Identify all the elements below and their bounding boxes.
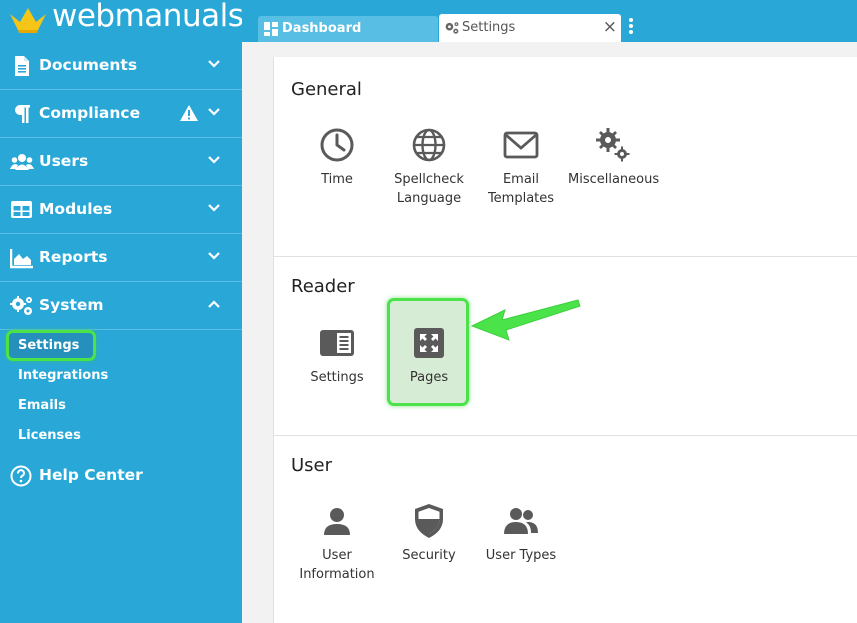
tile-reader-settings[interactable]: Settings bbox=[292, 323, 382, 387]
gears-icon bbox=[596, 128, 630, 162]
sidebar-subitem-integrations[interactable]: Integrations bbox=[18, 368, 108, 383]
logo[interactable]: webmanuals bbox=[0, 0, 244, 42]
chevron-down-icon bbox=[208, 60, 220, 68]
question-circle-icon bbox=[10, 465, 32, 487]
users-icon bbox=[10, 154, 34, 170]
document-icon bbox=[15, 56, 29, 76]
chevron-up-icon bbox=[208, 300, 220, 308]
sidebar-item-label: Reports bbox=[39, 248, 108, 266]
globe-icon bbox=[412, 128, 446, 162]
sidebar-item-compliance[interactable]: Compliance bbox=[0, 90, 242, 138]
section-title-reader: Reader bbox=[291, 276, 355, 297]
sidebar-item-label: Documents bbox=[39, 56, 138, 74]
sidebar-item-documents[interactable]: Documents bbox=[0, 42, 242, 90]
user-icon bbox=[324, 508, 350, 535]
tab-label: Settings bbox=[462, 20, 516, 35]
annotation-arrow bbox=[470, 299, 581, 341]
tab-bar: Dashboard Settings × bbox=[242, 0, 857, 42]
tile-label: Security bbox=[402, 548, 456, 563]
sidebar-item-label: Modules bbox=[39, 200, 113, 218]
clock-icon bbox=[320, 128, 354, 162]
sidebar-item-reports[interactable]: Reports bbox=[0, 234, 242, 282]
sidebar-item-users[interactable]: Users bbox=[0, 138, 242, 186]
tile-spellcheck-language[interactable]: Spellcheck Language bbox=[384, 125, 474, 208]
sidebar-item-system[interactable]: System bbox=[0, 282, 242, 330]
reader-settings-icon bbox=[320, 330, 354, 356]
tile-label: Email Templates bbox=[487, 172, 555, 206]
tile-email-templates[interactable]: Email Templates bbox=[476, 125, 566, 208]
brand-name: webmanuals bbox=[52, 0, 244, 34]
tile-user-types[interactable]: User Types bbox=[476, 501, 566, 565]
tile-label: User Types bbox=[485, 548, 557, 563]
tile-label: Spellcheck Language bbox=[394, 172, 464, 206]
warning-icon bbox=[180, 105, 198, 121]
sidebar-item-label: Users bbox=[39, 152, 89, 170]
tile-user-information[interactable]: User Information bbox=[292, 501, 382, 584]
tab-dashboard[interactable]: Dashboard bbox=[258, 16, 438, 42]
area-chart-icon bbox=[10, 249, 33, 269]
dashboard-icon bbox=[264, 22, 278, 36]
tile-security[interactable]: Security bbox=[384, 501, 474, 565]
section-title-user: User bbox=[291, 455, 333, 476]
envelope-icon bbox=[503, 131, 539, 159]
chevron-down-icon bbox=[208, 108, 220, 116]
paragraph-icon bbox=[15, 105, 30, 123]
users-icon bbox=[504, 508, 538, 534]
chevron-down-icon bbox=[208, 252, 220, 260]
tile-label: Settings bbox=[310, 370, 364, 385]
tab-label: Dashboard bbox=[282, 21, 362, 36]
help-center-label: Help Center bbox=[39, 466, 143, 484]
close-icon[interactable]: × bbox=[603, 17, 617, 37]
tile-label: Miscellaneous bbox=[568, 172, 660, 187]
tile-reader-pages[interactable]: Pages bbox=[384, 323, 474, 387]
tile-label: User Information bbox=[299, 548, 375, 582]
tile-time[interactable]: Time bbox=[292, 125, 382, 189]
section-divider bbox=[274, 256, 857, 257]
section-divider bbox=[274, 435, 857, 436]
tile-label: Pages bbox=[409, 370, 449, 385]
gears-icon bbox=[445, 22, 459, 34]
chevron-down-icon bbox=[208, 204, 220, 212]
crown-icon bbox=[10, 8, 46, 33]
chevron-down-icon bbox=[208, 156, 220, 164]
sidebar-subitem-settings[interactable]: Settings bbox=[18, 338, 79, 353]
table-icon bbox=[11, 201, 32, 218]
section-title-general: General bbox=[291, 79, 362, 100]
sidebar-item-modules[interactable]: Modules bbox=[0, 186, 242, 234]
pages-icon bbox=[414, 328, 444, 358]
tile-label: Time bbox=[321, 172, 353, 187]
tab-settings[interactable]: Settings × bbox=[439, 14, 621, 42]
tile-miscellaneous[interactable]: Miscellaneous bbox=[568, 125, 660, 189]
sidebar-item-label: Compliance bbox=[39, 104, 141, 122]
sidebar-item-help-center[interactable]: Help Center bbox=[0, 460, 242, 492]
sidebar: webmanuals Documents Compliance Users Mo… bbox=[0, 0, 244, 623]
sidebar-item-label: System bbox=[39, 296, 104, 314]
sidebar-subitem-licenses[interactable]: Licenses bbox=[18, 428, 81, 443]
more-options-icon[interactable] bbox=[628, 18, 634, 36]
sidebar-subitem-emails[interactable]: Emails bbox=[18, 398, 66, 413]
gears-icon bbox=[10, 296, 32, 315]
shield-icon bbox=[415, 504, 443, 538]
